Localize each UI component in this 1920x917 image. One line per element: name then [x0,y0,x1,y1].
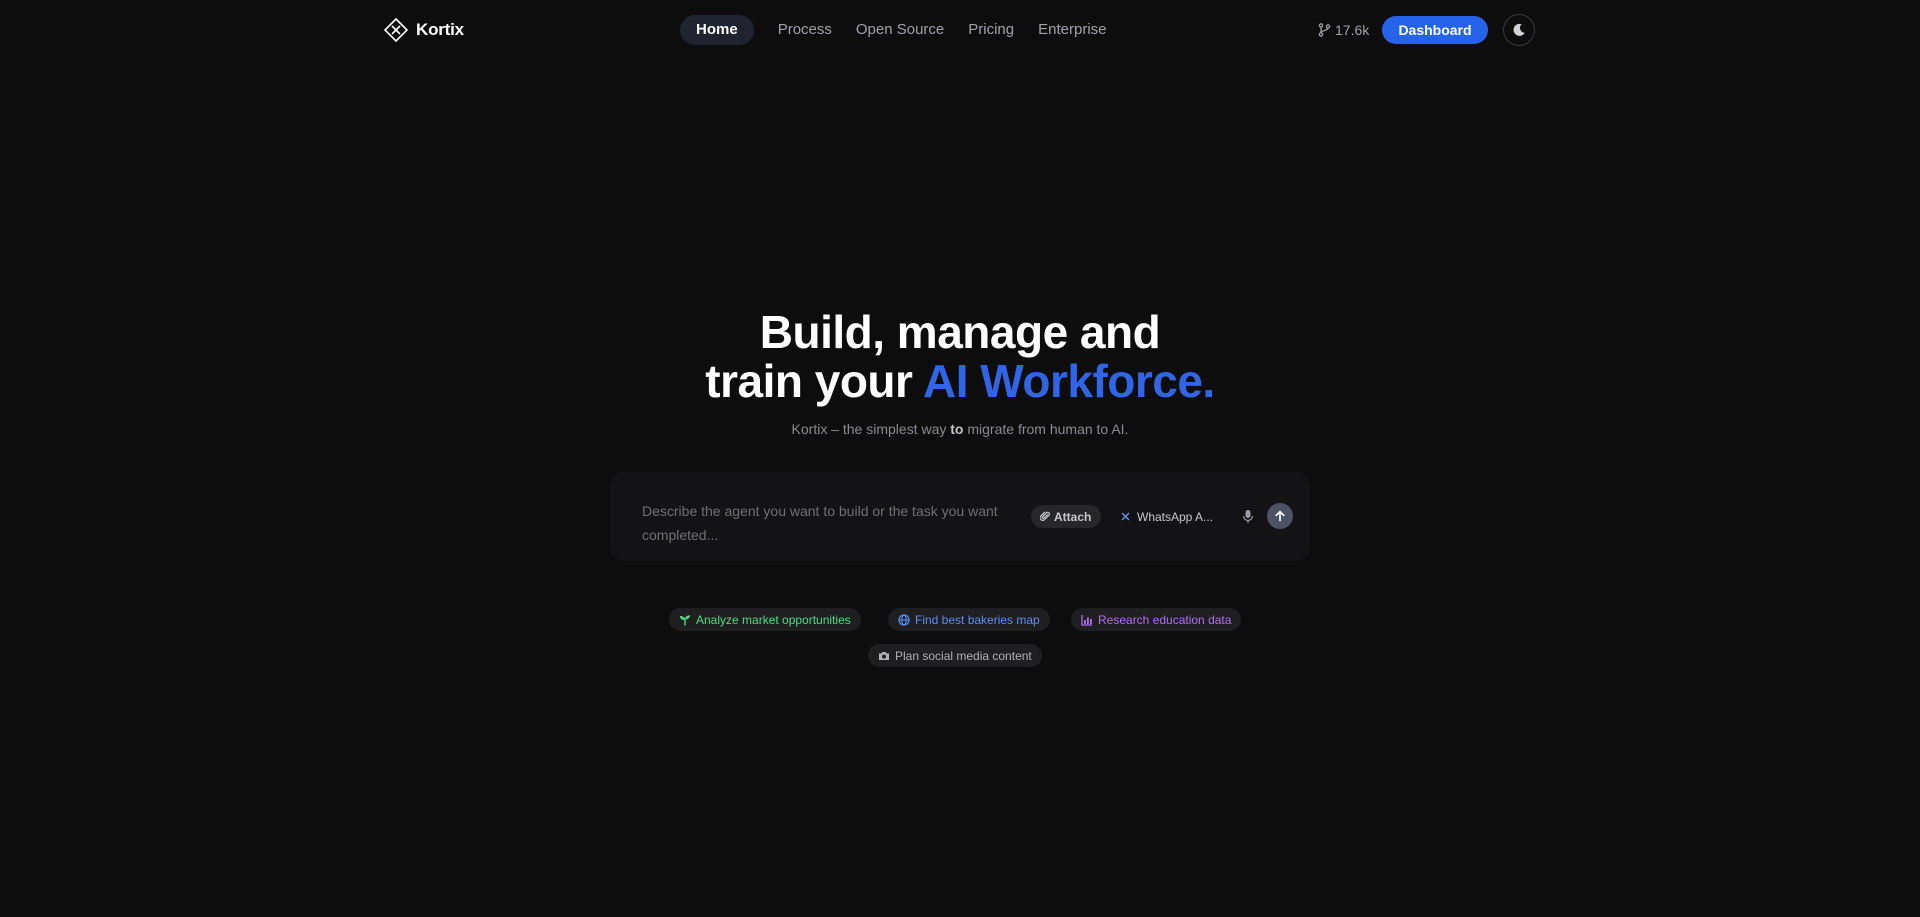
prompt-input[interactable] [642,499,1002,549]
moon-icon [1513,23,1525,36]
suggestion-analyze-market[interactable]: Analyze market opportunities [669,608,861,631]
github-stars-link[interactable]: 17.6k [1318,20,1369,40]
kortix-agent-icon [1121,512,1130,521]
suggestion-label: Plan social media content [895,648,1032,663]
nav-pricing[interactable]: Pricing [956,15,1026,45]
agent-selector[interactable]: WhatsApp A... [1121,505,1213,528]
suggestion-label: Research education data [1098,612,1232,627]
suggestion-plan-social-media[interactable]: Plan social media content [868,644,1042,667]
hero-title-accent: AI Workforce. [923,355,1215,407]
sprout-icon [680,614,690,626]
paperclip-icon [1040,511,1050,521]
suggestion-label: Find best bakeries map [915,612,1040,627]
nav-process[interactable]: Process [766,15,844,45]
attach-label: Attach [1054,509,1092,524]
hero-title: Build, manage and train your AI Workforc… [0,308,1920,406]
agent-selector-label: WhatsApp A... [1137,509,1214,524]
dashboard-button[interactable]: Dashboard [1382,16,1488,44]
nav-open-source[interactable]: Open Source [844,15,956,45]
hero-subtitle: Kortix – the simplest way to migrate fro… [0,421,1920,437]
github-stars-count: 17.6k [1335,22,1370,38]
nav-home[interactable]: Home [680,15,754,45]
suggestion-research-education[interactable]: Research education data [1071,608,1242,631]
camera-icon [879,651,889,660]
hero-subtitle-bold: to [950,421,964,437]
arrow-up-icon [1275,510,1285,522]
suggestion-find-bakeries[interactable]: Find best bakeries map [888,608,1050,631]
brand-name: Kortix [416,20,464,39]
suggestion-label: Analyze market opportunities [696,612,851,627]
send-button[interactable] [1267,503,1293,529]
attach-button[interactable]: Attach [1031,505,1102,528]
nav-enterprise[interactable]: Enterprise [1026,15,1118,45]
globe-icon [898,613,910,626]
main-nav: Home Process Open Source Pricing Enterpr… [680,15,1119,45]
hero-title-line1: Build, manage and [759,306,1161,358]
theme-toggle-button[interactable] [1503,14,1535,46]
hero-title-line2-prefix: train your [705,355,923,407]
site-header: Kortix Home Process Open Source Pricing … [0,0,1920,60]
hero-subtitle-pre: Kortix – the simplest way [791,421,951,437]
kortix-logo-icon [384,18,408,42]
microphone-icon [1242,510,1254,523]
bar-chart-icon [1081,614,1092,626]
git-branch-icon [1318,23,1331,37]
prompt-box: Attach WhatsApp A... [610,472,1310,561]
brand-logo-link[interactable]: Kortix [384,18,464,42]
voice-input-button[interactable] [1242,509,1254,524]
hero-subtitle-post: migrate from human to AI. [963,421,1129,437]
